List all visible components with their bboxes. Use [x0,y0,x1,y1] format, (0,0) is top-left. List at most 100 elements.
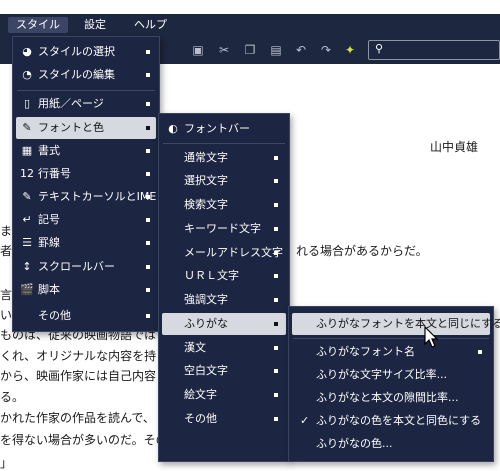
menu-item-line-numbers[interactable]: 12 行番号 [16,163,156,185]
menu-item-label: ＵＲＬ文字 [184,269,239,282]
doc-line: 」 [0,456,13,470]
menu-item-font-color[interactable]: ✎ フォントと色 [16,117,156,139]
menu-item-label: 書式 [38,144,60,157]
submenu-arrow-icon [274,417,278,421]
menu-help[interactable]: ヘルプ [126,17,175,33]
submenu-arrow-icon [274,322,278,326]
menu-item-furigana-size-ratio[interactable]: ふりがな文字サイズ比率... [292,364,490,386]
half-circle-icon: ◐ [168,122,178,135]
menu-item-label: ふりがな文字サイズ比率... [316,368,448,381]
font-color-submenu: ◐ フォントバー 通常文字 選択文字 検索文字 キーワード文字 メールアドレス文… [158,113,290,462]
search-icon: ⚲ [375,42,384,55]
cut-icon[interactable]: ✂ [214,40,234,60]
doc-line: くれ、オリジナルな内容を持 [0,349,157,363]
menu-item-label: メールアドレス文字 [184,246,283,259]
author-name: 山中貞雄 [430,140,479,154]
menu-item-furigana-font-name[interactable]: ふりがなフォント名 [292,341,490,363]
menu-item-kanbun[interactable]: 漢文 [162,337,286,359]
submenu-arrow-icon [146,172,150,176]
return-icon: ↵ [22,213,32,226]
menu-item-keyword-text[interactable]: キーワード文字 [162,218,286,240]
copy-icon[interactable]: ❐ [240,40,260,60]
menu-item-label: その他 [38,309,71,322]
menu-item-url-text[interactable]: ＵＲＬ文字 [162,265,286,287]
doc-line: る。 [0,390,25,404]
menu-bar: スタイル 設定 ヘルプ [0,14,500,36]
submenu-arrow-icon [146,50,150,54]
menu-item-selected-text[interactable]: 選択文字 [162,170,286,192]
menu-item-label: ふりがな [184,317,228,330]
menu-item-label: スクロールバー [38,260,115,273]
menu-item-label: 空白文字 [184,364,228,377]
menu-item-furigana-color[interactable]: ふりがなの色... [292,433,490,455]
submenu-arrow-icon [274,274,278,278]
menu-item-furigana-font-same[interactable]: ふりがなフォントを本文と同じにする [292,313,500,335]
menu-item-paper-page[interactable]: ▯ 用紙／ページ [16,93,156,115]
checkmark-icon: ✓ [300,414,310,427]
submenu-arrow-icon [146,195,150,199]
submenu-arrow-icon [274,393,278,397]
submenu-arrow-icon [146,73,150,77]
redo-icon[interactable]: ↷ [316,40,336,60]
search-input[interactable]: ⚲ [368,40,500,60]
menu-item-label: フォントと色 [38,121,104,134]
submenu-arrow-icon [478,350,482,354]
submenu-arrow-icon [146,149,150,153]
menu-settings[interactable]: 設定 [76,17,114,33]
menu-item-label: 検索文字 [184,198,228,211]
title-bar [0,0,500,14]
submenu-arrow-icon [146,126,150,130]
menu-item-style-edit[interactable]: ◔ スタイルの編集 [16,64,156,86]
submenu-arrow-icon [274,346,278,350]
menu-style[interactable]: スタイル [8,17,68,33]
menu-item-furigana-color-same[interactable]: ✓ ふりがなの色を本文と同色にする [292,410,490,432]
menu-item-label: 記号 [38,213,60,226]
menu-item-furigana-gap-ratio[interactable]: ふりがなと本文の隙間比率... [292,387,490,409]
menu-separator [163,143,285,144]
cursor-icon: ✎ [22,190,32,203]
menu-item-label: ふりがなの色... [316,437,393,450]
menu-item-search-text[interactable]: 検索文字 [162,194,286,216]
menu-item-other-text[interactable]: その他 [162,408,286,430]
menu-item-ruled-lines[interactable]: ☰ 罫線 [16,232,156,254]
menu-item-format[interactable]: ▦ 書式 [16,140,156,162]
menu-item-furigana[interactable]: ふりがな [162,313,286,335]
doc-line: 者 [0,244,13,258]
menu-item-whitespace-text[interactable]: 空白文字 [162,360,286,382]
submenu-arrow-icon [146,265,150,269]
menu-item-scrollbar[interactable]: ↕ スクロールバー [16,256,156,278]
submenu-arrow-icon [274,156,278,160]
menu-item-emphasis-text[interactable]: 強調文字 [162,289,286,311]
save-icon[interactable]: ▣ [188,40,208,60]
menu-item-label: スタイルの選択 [38,45,115,58]
undo-icon[interactable]: ↶ [291,40,311,60]
submenu-arrow-icon [274,298,278,302]
menu-item-label: フォントバー [184,122,250,135]
submenu-arrow-icon [274,227,278,231]
menu-item-other[interactable]: その他 [16,305,156,327]
menu-item-email-text[interactable]: メールアドレス文字 [162,242,286,264]
menu-item-label: 通常文字 [184,151,228,164]
page-icon: ▯ [23,97,31,110]
menu-item-label: 強調文字 [184,293,228,306]
menu-item-normal-text[interactable]: 通常文字 [162,147,286,169]
menu-item-style-select[interactable]: ◕ スタイルの選択 [16,41,156,63]
menu-item-label: キーワード文字 [184,222,261,235]
font-color-icon: ✎ [22,121,32,134]
menu-item-text-cursor-ime[interactable]: ✎ テキストカーソルとIME [16,186,156,208]
submenu-arrow-icon [274,179,278,183]
paste-icon[interactable]: ▤ [266,40,286,60]
menu-item-symbols[interactable]: ↵ 記号 [16,209,156,231]
menu-item-font-bar[interactable]: ◐ フォントバー [162,118,286,140]
doc-line: 言 [0,288,13,302]
wand-icon[interactable]: ✦ [340,40,360,60]
menu-separator [17,90,155,91]
doc-line: かれた作家の作品を読んで、 [0,411,155,425]
menu-item-label: ふりがなと本文の隙間比率... [316,391,459,404]
grid-icon: ▦ [21,144,33,157]
menu-separator [293,338,489,339]
submenu-arrow-icon [146,288,150,292]
menu-item-script[interactable]: 🎬 脚本 [16,279,156,301]
submenu-arrow-icon [274,203,278,207]
menu-item-emoji-text[interactable]: 絵文字 [162,384,286,406]
